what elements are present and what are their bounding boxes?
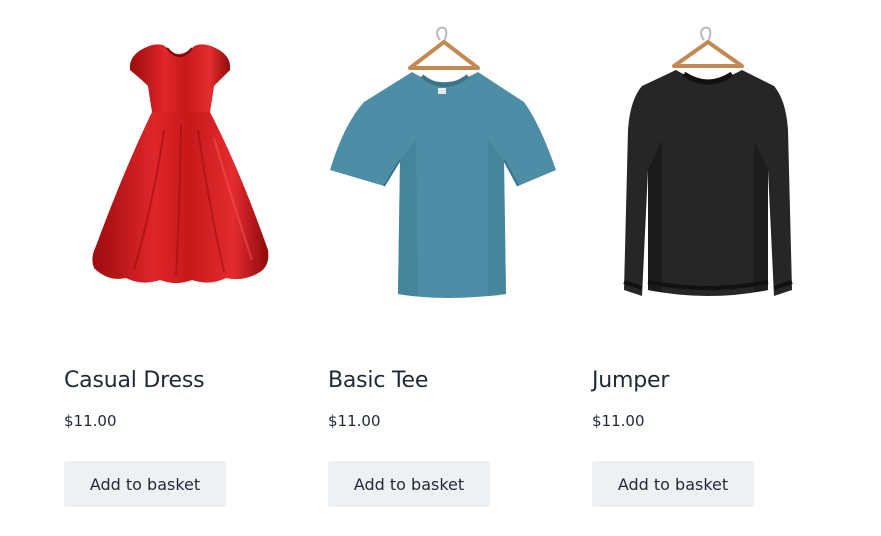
product-image-link[interactable] (592, 20, 826, 320)
product-title[interactable]: Basic Tee (328, 368, 428, 393)
blue-tshirt-image (330, 26, 556, 298)
product-image-link[interactable] (328, 20, 562, 320)
add-to-basket-button[interactable]: Add to basket (592, 461, 754, 507)
add-to-basket-button[interactable]: Add to basket (328, 461, 490, 507)
product-grid: Casual Dress $11.00 Add to basket Basic … (64, 0, 864, 536)
product-price: $11.00 (592, 412, 645, 430)
add-to-basket-button[interactable]: Add to basket (64, 461, 226, 507)
product-image-link[interactable] (64, 20, 298, 320)
product-price: $11.00 (328, 412, 381, 430)
product-card-basic-tee: Basic Tee $11.00 Add to basket (328, 0, 562, 536)
product-card-jumper: Jumper $11.00 Add to basket (592, 0, 826, 536)
red-dress-image (92, 44, 269, 283)
product-title[interactable]: Casual Dress (64, 368, 205, 393)
product-price: $11.00 (64, 412, 117, 430)
product-card-casual-dress: Casual Dress $11.00 Add to basket (64, 0, 298, 536)
black-sweater-image (623, 26, 793, 296)
product-title[interactable]: Jumper (592, 368, 669, 393)
